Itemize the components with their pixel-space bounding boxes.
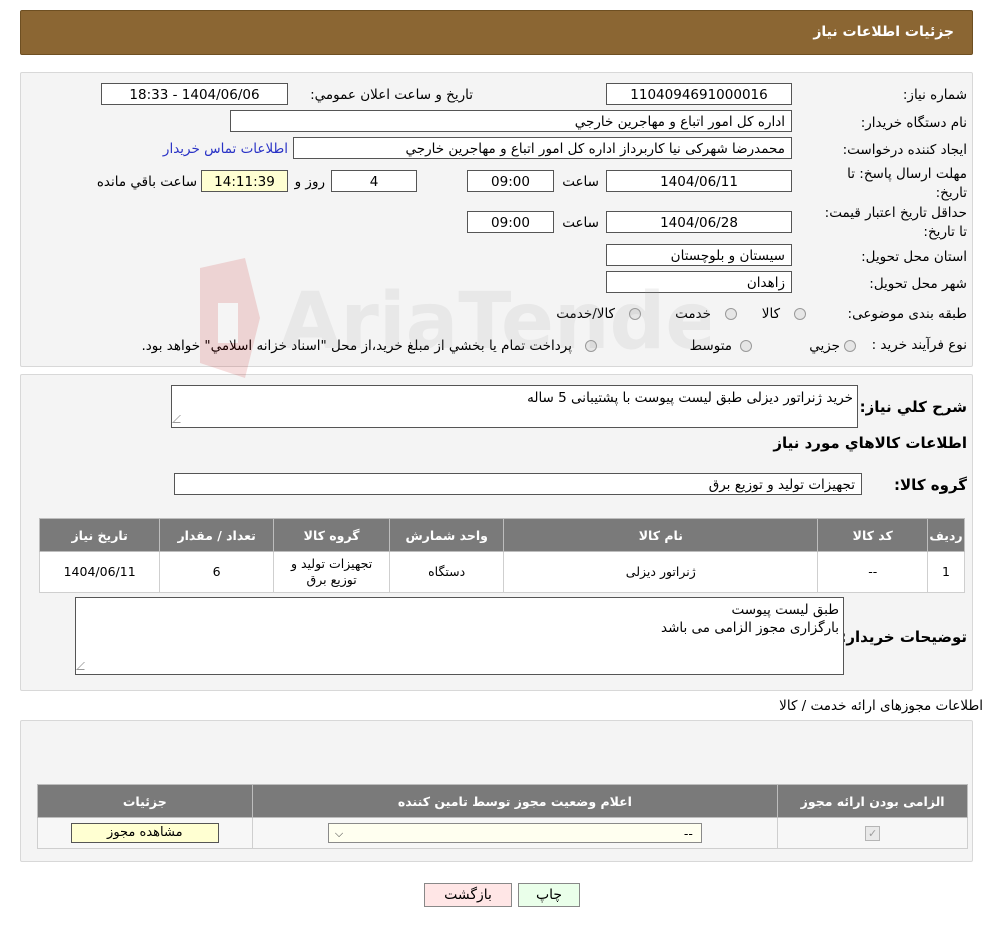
col-row: رديف: [927, 518, 965, 552]
table-row: 1 -- ژنراتور ديزلی دستگاه تجهيزات توليد …: [38, 551, 965, 593]
buyer-contact-link[interactable]: اطلاعات تماس خريدار: [163, 141, 288, 157]
goods-table: رديف کد کالا نام کالا واحد شمارش گروه کا…: [38, 518, 965, 593]
city-label: شهر محل تحويل:: [869, 276, 967, 292]
goods-group-field: تجهيزات توليد و توزيع برق: [174, 473, 862, 495]
col-name: نام کالا: [503, 518, 819, 552]
goods-info-title: اطلاعات کالاهاي مورد نياز: [773, 434, 967, 452]
need-number-field: 1104094691000016: [606, 83, 792, 105]
print-button[interactable]: چاپ: [518, 883, 580, 907]
permit-status-value: --: [683, 826, 693, 841]
process-option-minor: جزيي: [809, 338, 840, 354]
need-number-label: شماره نیاز:: [902, 87, 967, 103]
buyer-org-label: نام دستگاه خريدار:: [860, 115, 967, 131]
announce-datetime-label: تاریخ و ساعت اعلان عمومي:: [310, 87, 473, 103]
remaining-time-label: ساعت باقي مانده: [96, 174, 197, 190]
category-option-goods: کالا: [761, 306, 780, 322]
col-qty: تعداد / مقدار: [159, 518, 274, 552]
permit-status-select[interactable]: -- ⌵: [327, 823, 702, 843]
deadline-date-field: 1404/06/11: [606, 170, 792, 192]
cell-group: تجهيزات توليد و توزيع برق: [272, 551, 391, 593]
goods-group-label: گروه کالا:: [894, 476, 967, 494]
view-permit-button[interactable]: مشاهده مجوز: [70, 823, 219, 843]
buyer-notes-line-1: طبق لیست پیوست: [731, 602, 839, 618]
process-type-label: نوع فرآيند خريد :: [871, 337, 967, 353]
days-field: 4: [331, 170, 417, 192]
price-validity-time-field: 09:00: [467, 211, 554, 233]
deadline-time-label: ساعت: [562, 174, 599, 190]
days-label: روز و: [294, 174, 325, 190]
buyer-notes-field: طبق لیست پیوست بارگزاری مجوز الزامی می ب…: [75, 597, 844, 675]
buyer-notes-line-2: بارگزاری مجوز الزامی می باشد: [660, 620, 839, 636]
cell-qty: 6: [159, 551, 274, 593]
price-validity-label: حداقل تاريخ اعتبار قيمت: تا تاريخ:: [824, 205, 967, 240]
col-code: کد کالا: [817, 518, 929, 552]
process-option-medium: متوسط: [689, 338, 732, 354]
cell-unit: دستگاه: [389, 551, 505, 593]
resize-grip-icon[interactable]: [76, 662, 92, 670]
need-description-field: خرید ژنراتور دیزلی طبق لیست پیوست با پشت…: [171, 385, 858, 428]
remaining-time-field: 14:11:39: [201, 170, 288, 192]
creator-field: محمدرضا شهرکی نیا کاربرداز اداره کل امور…: [293, 137, 792, 159]
process-radio-minor[interactable]: [844, 340, 856, 352]
permit-required-checkbox[interactable]: ✓: [865, 826, 881, 841]
province-field: سيستان و بلوچستان: [606, 244, 792, 266]
page-title: جزئیات اطلاعات نیاز: [813, 24, 954, 40]
goods-table-header: رديف کد کالا نام کالا واحد شمارش گروه کا…: [38, 518, 965, 552]
buyer-notes-label: توضيحات خريدار:: [840, 628, 967, 646]
creator-label: ايجاد کننده درخواست:: [842, 142, 967, 158]
back-button[interactable]: بازگشت: [424, 883, 512, 907]
cell-name: ژنراتور ديزلی: [503, 551, 819, 593]
deadline-time-field: 09:00: [467, 170, 554, 192]
process-radio-treasury[interactable]: [585, 340, 597, 352]
price-validity-date-field: 1404/06/28: [606, 211, 792, 233]
cell-code: --: [817, 551, 929, 593]
process-radio-medium[interactable]: [740, 340, 752, 352]
city-field: زاهدان: [606, 271, 792, 293]
category-radio-service[interactable]: [725, 308, 737, 320]
category-option-service: خدمت: [675, 306, 711, 322]
province-label: استان محل تحويل:: [861, 249, 967, 265]
cell-permit-status: -- ⌵: [251, 817, 779, 849]
col-group: گروه کالا: [272, 518, 391, 552]
category-radio-goods-service[interactable]: [629, 308, 641, 320]
permits-table: الزامی بودن ارائه مجوز اعلام وضعيت مجوز …: [37, 784, 968, 849]
category-label: طبقه بندی موضوعی:: [847, 306, 967, 322]
permits-title: اطلاعات مجوزهای ارائه خدمت / کالا: [779, 698, 983, 714]
deadline-label: مهلت ارسال پاسخ: تا تاریخ:: [847, 166, 967, 201]
col-permit-status: اعلام وضعيت مجوز توسط تامين کننده: [251, 784, 779, 818]
resize-grip-icon[interactable]: [172, 415, 188, 423]
col-unit: واحد شمارش: [389, 518, 505, 552]
chevron-down-icon: ⌵: [334, 827, 344, 840]
need-description-text: خرید ژنراتور دیزلی طبق لیست پیوست با پشت…: [527, 390, 853, 406]
category-option-goods-service: کالا/خدمت: [556, 306, 615, 322]
cell-permit-required: ✓: [777, 817, 968, 849]
table-row: ✓ -- ⌵ مشاهده مجوز: [37, 817, 968, 849]
cell-permit-details: مشاهده مجوز: [37, 817, 253, 849]
need-description-label: شرح کلي نياز:: [859, 398, 967, 416]
category-radio-goods[interactable]: [794, 308, 806, 320]
page-header: جزئیات اطلاعات نیاز: [20, 10, 973, 55]
cell-row: 1: [927, 551, 965, 593]
col-permit-details: جزئيات: [37, 784, 253, 818]
cell-date: 1404/06/11: [38, 551, 161, 593]
buyer-org-field: اداره کل امور اتباع و مهاجرين خارجي: [230, 110, 792, 132]
col-permit-required: الزامی بودن ارائه مجوز: [777, 784, 968, 818]
permits-table-header: الزامی بودن ارائه مجوز اعلام وضعيت مجوز …: [37, 784, 968, 818]
price-validity-time-label: ساعت: [562, 215, 599, 231]
process-note: پرداخت تمام يا بخشي از مبلغ خريد،از محل …: [141, 338, 572, 354]
col-date: تاريخ نياز: [38, 518, 161, 552]
announce-datetime-field: 1404/06/06 - 18:33: [101, 83, 288, 105]
